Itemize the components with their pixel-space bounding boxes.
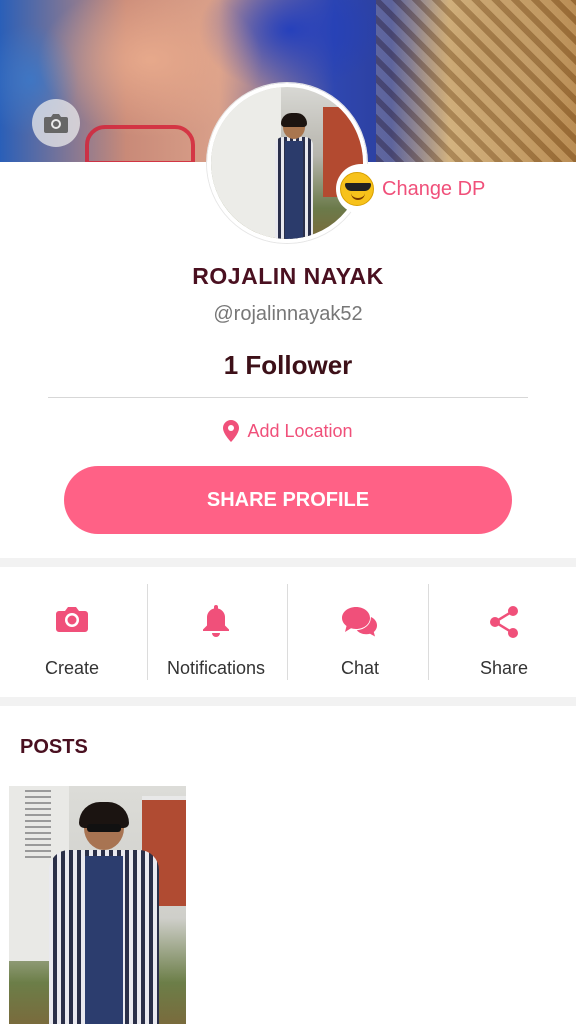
profile-handle: @rojalinnayak52	[213, 303, 363, 325]
change-cover-button[interactable]	[32, 99, 80, 147]
share-icon	[490, 606, 518, 638]
cover-carving	[376, 0, 576, 162]
post-sunglasses	[87, 824, 121, 832]
action-label-share: Share	[479, 658, 529, 678]
post-person	[49, 802, 159, 1024]
action-separator	[287, 584, 288, 680]
add-location-link[interactable]: Add Location	[0, 420, 576, 442]
emoji-smile	[351, 193, 365, 200]
camera-icon	[56, 607, 88, 632]
post-thumbnail[interactable]	[9, 786, 186, 1024]
post-vent	[25, 788, 51, 858]
avatar-dress	[285, 141, 303, 239]
avatar[interactable]	[207, 83, 367, 243]
followers-count[interactable]: 1 Follower	[0, 350, 576, 381]
action-label-notifications: Notifications	[166, 658, 266, 678]
add-location-label: Add Location	[247, 420, 353, 441]
action-label-create: Create	[44, 658, 100, 678]
avatar-person	[273, 113, 313, 239]
create-button[interactable]: Create	[0, 567, 144, 697]
location-pin-icon	[223, 420, 240, 442]
avatar-hair	[281, 113, 307, 127]
action-label-chat: Chat	[340, 658, 380, 678]
change-dp-label: Change DP	[382, 177, 486, 200]
chat-button[interactable]: Chat	[288, 567, 432, 697]
profile-name: ROJALIN NAYAK	[192, 263, 384, 289]
sunglasses-emoji-icon	[340, 172, 374, 206]
action-bar: Create Notifications Chat Share	[0, 567, 576, 697]
change-dp-button[interactable]: Change DP	[336, 164, 502, 214]
camera-icon	[44, 114, 68, 133]
action-separator	[428, 584, 429, 680]
post-dress	[85, 856, 123, 1024]
share-profile-button[interactable]: SHARE PROFILE	[64, 466, 512, 534]
emoji-glasses	[345, 183, 371, 191]
action-separator	[147, 584, 148, 680]
share-button[interactable]: Share	[432, 567, 576, 697]
posts-title: POSTS	[20, 736, 88, 758]
avatar-wall	[211, 87, 281, 239]
cover-bag-strap	[85, 125, 195, 162]
chat-bubbles-icon	[342, 607, 377, 637]
notifications-button[interactable]: Notifications	[144, 567, 288, 697]
bell-icon	[203, 605, 229, 637]
divider	[48, 397, 528, 398]
posts-section: POSTS	[0, 706, 576, 1024]
